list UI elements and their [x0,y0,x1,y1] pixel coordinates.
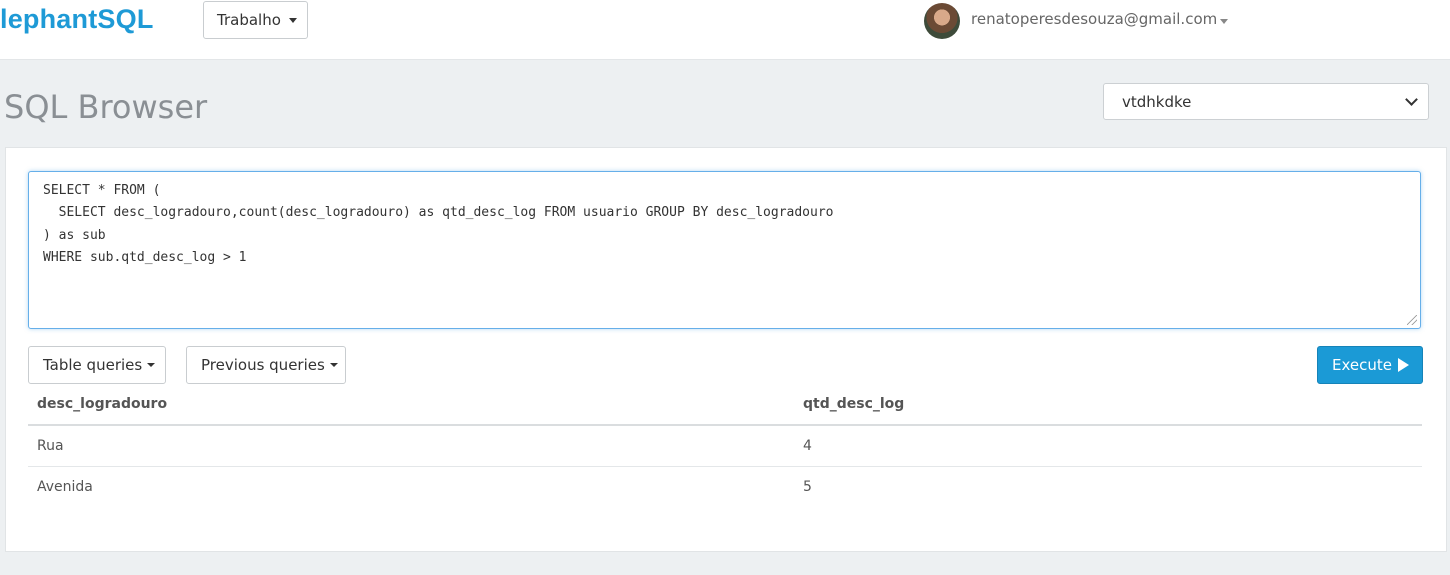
team-dropdown[interactable]: Trabalho [203,1,308,39]
sql-line: SELECT desc_logradouro,count(desc_lograd… [43,205,834,221]
table-row: Avenida 5 [28,466,1422,507]
table-queries-button[interactable]: Table queries [28,346,166,384]
resize-handle-icon[interactable] [1407,315,1417,325]
top-navbar: lephantSQL Trabalho renatoperesdesouza@g… [0,0,1450,60]
table-cell: Rua [28,425,794,467]
results-table: desc_logradouro qtd_desc_log Rua 4 Aveni… [28,384,1422,507]
team-dropdown-label: Trabalho [217,11,281,29]
user-avatar-icon[interactable] [924,3,960,39]
page-title: SQL Browser [4,88,208,126]
sql-line: ) as sub [43,227,106,243]
execute-button[interactable]: Execute [1317,346,1423,384]
column-header: desc_logradouro [28,384,794,426]
caret-down-icon [288,17,297,23]
play-icon [1398,358,1409,372]
results-header-row: desc_logradouro qtd_desc_log [28,384,1422,426]
user-menu-caret-icon[interactable] [1220,19,1228,24]
previous-queries-label: Previous queries [201,356,325,374]
sql-line: SELECT * FROM ( [43,183,161,198]
user-email[interactable]: renatoperesdesouza@gmail.com [971,10,1217,28]
previous-queries-button[interactable]: Previous queries [186,346,346,384]
sql-editor[interactable]: SELECT * FROM ( SELECT desc_logradouro,c… [28,171,1421,329]
table-cell: Avenida [37,478,93,495]
database-select-value: vtdhkdke [1122,92,1192,111]
column-header: qtd_desc_log [794,384,1422,426]
table-row: Rua 4 [28,425,1422,467]
caret-down-icon [147,363,156,367]
table-cell: 4 [794,425,1422,467]
execute-label: Execute [1332,356,1392,374]
table-cell: 5 [803,478,812,495]
chevron-down-icon [1405,93,1418,106]
table-queries-label: Table queries [43,356,143,374]
database-select[interactable]: vtdhkdke [1103,83,1429,120]
sql-line: WHERE sub.qtd_desc_log > 1 [43,250,247,266]
brand-logo[interactable]: lephantSQL [0,4,154,35]
caret-down-icon [329,363,338,367]
